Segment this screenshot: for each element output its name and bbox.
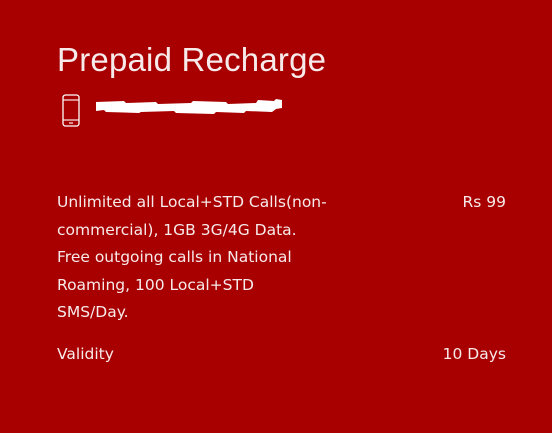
validity-value: 10 Days xyxy=(442,345,506,363)
recharge-card: Prepaid Recharge Unlimited all Local+STD… xyxy=(0,0,552,433)
plan-description: Unlimited all Local+STD Calls(non-commer… xyxy=(57,193,327,321)
page-title: Prepaid Recharge xyxy=(57,41,327,78)
plan-price: Rs 99 xyxy=(462,193,507,211)
phone-number-redacted xyxy=(96,99,282,114)
phone-number-row xyxy=(60,92,282,128)
mobile-phone-icon xyxy=(60,94,84,128)
validity-label: Validity xyxy=(57,345,114,363)
